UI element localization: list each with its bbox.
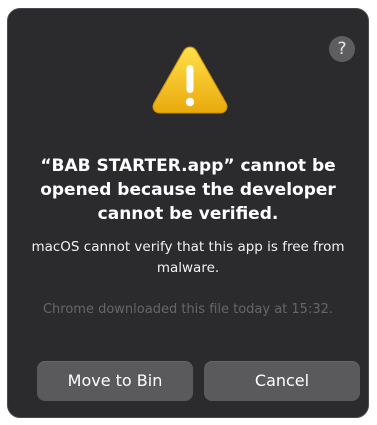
help-button[interactable]: ? bbox=[329, 36, 355, 62]
security-alert-dialog: ? “BAB STARTER.app” cannot be opened bec… bbox=[7, 8, 369, 418]
dialog-message: macOS cannot verify that this app is fre… bbox=[31, 239, 345, 276]
download-info: Chrome downloaded this file today at 15:… bbox=[42, 302, 334, 317]
page: ? “BAB STARTER.app” cannot be opened bec… bbox=[0, 0, 377, 425]
warning-icon bbox=[151, 43, 229, 117]
move-to-bin-button[interactable]: Move to Bin bbox=[37, 361, 193, 401]
cancel-button[interactable]: Cancel bbox=[204, 361, 360, 401]
dialog-title: “BAB STARTER.app” cannot be opened becau… bbox=[40, 156, 336, 224]
